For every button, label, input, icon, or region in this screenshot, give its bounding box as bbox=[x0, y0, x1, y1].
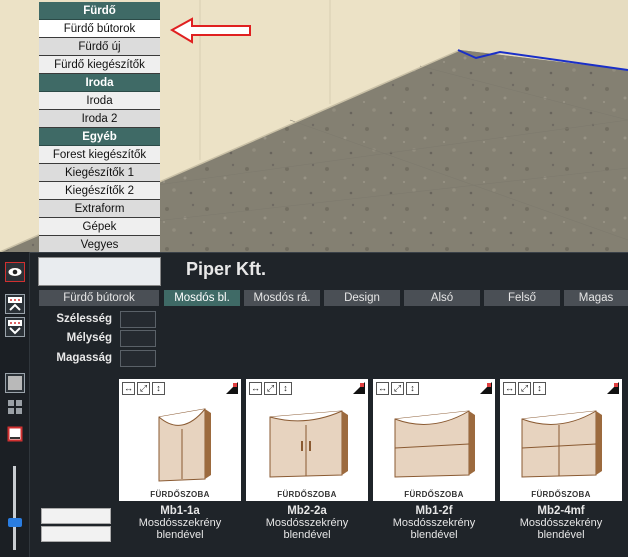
menu-item[interactable]: Forest kiegészítők bbox=[39, 146, 160, 164]
resize-horizontal-icon[interactable]: ↔ bbox=[122, 382, 135, 395]
menu-section-header: Iroda bbox=[39, 74, 160, 92]
menu-item[interactable]: Fürdő bútorok bbox=[39, 20, 160, 38]
corner-toggle-icon[interactable] bbox=[607, 382, 619, 394]
left-action-button-2[interactable] bbox=[41, 526, 111, 542]
tab-item[interactable]: Mosdós rá. bbox=[244, 290, 320, 306]
product-caption: Mb2-4mf Mosdósszekrény blendével bbox=[500, 505, 622, 541]
tab-item[interactable]: Fürdő bútorok bbox=[39, 290, 159, 306]
product-desc-line2: blendével bbox=[537, 529, 585, 541]
menu-item[interactable]: Kiegészítők 1 bbox=[39, 164, 160, 182]
depth-label: Mélység bbox=[66, 332, 112, 344]
zoom-slider-knob[interactable] bbox=[8, 518, 22, 527]
corner-toggle-icon[interactable] bbox=[353, 382, 365, 394]
resize-vertical-icon[interactable]: ↕ bbox=[279, 382, 292, 395]
resize-diagonal-icon[interactable]: ⤢ bbox=[518, 382, 531, 395]
depth-field[interactable] bbox=[120, 330, 156, 347]
resize-vertical-icon[interactable]: ↕ bbox=[406, 382, 419, 395]
resize-vertical-icon[interactable]: ↕ bbox=[152, 382, 165, 395]
tab-item[interactable]: Design bbox=[324, 290, 400, 306]
card-controls: ↔ ⤢ ↕ bbox=[376, 382, 419, 395]
menu-item[interactable]: Iroda 2 bbox=[39, 110, 160, 128]
product-brand: FÜRDŐSZOBA bbox=[150, 490, 210, 499]
tile-grid-icon[interactable] bbox=[5, 397, 25, 417]
eye-icon[interactable] bbox=[5, 262, 25, 282]
product-caption: Mb1-2f Mosdósszekrény blendével bbox=[373, 505, 495, 541]
resize-horizontal-icon[interactable]: ↔ bbox=[249, 382, 262, 395]
product-caption: Mb1-1a Mosdósszekrény blendével bbox=[119, 505, 241, 541]
product-desc-line1: Mosdósszekrény bbox=[519, 517, 603, 529]
height-label: Magasság bbox=[56, 352, 112, 364]
product-brand: FÜRDŐSZOBA bbox=[277, 490, 337, 499]
grid-up-icon[interactable] bbox=[5, 294, 25, 314]
category-selector[interactable] bbox=[38, 257, 161, 286]
company-name: Piper Kft. bbox=[186, 259, 267, 279]
zoom-slider-track[interactable] bbox=[13, 466, 16, 550]
resize-horizontal-icon[interactable]: ↔ bbox=[376, 382, 389, 395]
height-field[interactable] bbox=[120, 350, 156, 367]
product-desc-line2: blendével bbox=[283, 529, 331, 541]
tab-item[interactable]: Magas bbox=[564, 290, 628, 306]
card-controls: ↔ ⤢ ↕ bbox=[122, 382, 165, 395]
product-card[interactable]: ↔ ⤢ ↕ FÜRDŐSZOBA bbox=[246, 379, 368, 501]
width-label: Szélesség bbox=[56, 313, 112, 325]
product-card[interactable]: ↔ ⤢ ↕ FÜRDŐSZOBA bbox=[500, 379, 622, 501]
product-caption: Mb2-2a Mosdósszekrény blendével bbox=[246, 505, 368, 541]
resize-diagonal-icon[interactable]: ⤢ bbox=[137, 382, 150, 395]
product-desc-line1: Mosdósszekrény bbox=[392, 517, 476, 529]
product-desc-line1: Mosdósszekrény bbox=[265, 517, 349, 529]
product-code: Mb2-4mf bbox=[537, 505, 585, 517]
menu-item[interactable]: Gépek bbox=[39, 218, 160, 236]
resize-horizontal-icon[interactable]: ↔ bbox=[503, 382, 516, 395]
resize-vertical-icon[interactable]: ↕ bbox=[533, 382, 546, 395]
grid-down-icon[interactable] bbox=[5, 317, 25, 337]
product-code: Mb2-2a bbox=[287, 505, 327, 517]
menu-item[interactable]: Iroda bbox=[39, 92, 160, 110]
app-window: Fürdő Fürdő bútorok Fürdő új Fürdő kiegészí… bbox=[0, 0, 628, 557]
menu-item[interactable]: Kiegészítők 2 bbox=[39, 182, 160, 200]
width-field[interactable] bbox=[120, 311, 156, 328]
tab-item[interactable]: Mosdós bl. bbox=[164, 290, 240, 306]
left-action-button-1[interactable] bbox=[41, 508, 111, 524]
tab-item[interactable]: Felső bbox=[484, 290, 560, 306]
corner-toggle-icon[interactable] bbox=[480, 382, 492, 394]
product-code: Mb1-2f bbox=[415, 505, 453, 517]
menu-item[interactable]: Extraform bbox=[39, 200, 160, 218]
card-controls: ↔ ⤢ ↕ bbox=[503, 382, 546, 395]
menu-item[interactable]: Fürdő új bbox=[39, 38, 160, 56]
product-card[interactable]: ↔ ⤢ ↕ FÜRDŐSZOBA bbox=[373, 379, 495, 501]
gray-square-icon[interactable] bbox=[5, 373, 25, 393]
product-code: Mb1-1a bbox=[160, 505, 200, 517]
menu-section-header: Egyéb bbox=[39, 128, 160, 146]
resize-diagonal-icon[interactable]: ⤢ bbox=[264, 382, 277, 395]
product-brand: FÜRDŐSZOBA bbox=[404, 490, 464, 499]
menu-section-header: Fürdő bbox=[39, 2, 160, 20]
product-brand: FÜRDŐSZOBA bbox=[531, 490, 591, 499]
menu-item[interactable]: Fürdő kiegészítők bbox=[39, 56, 160, 74]
corner-toggle-icon[interactable] bbox=[226, 382, 238, 394]
red-frame-icon[interactable] bbox=[5, 424, 25, 444]
product-desc-line2: blendével bbox=[156, 529, 204, 541]
tab-item[interactable]: Alsó bbox=[404, 290, 480, 306]
card-controls: ↔ ⤢ ↕ bbox=[249, 382, 292, 395]
product-desc-line2: blendével bbox=[410, 529, 458, 541]
product-desc-line1: Mosdósszekrény bbox=[138, 517, 222, 529]
product-card[interactable]: ↔ ⤢ ↕ FÜRDŐSZOBA bbox=[119, 379, 241, 501]
resize-diagonal-icon[interactable]: ⤢ bbox=[391, 382, 404, 395]
category-dropdown[interactable]: Fürdő Fürdő bútorok Fürdő új Fürdő kiegészí… bbox=[39, 2, 160, 290]
